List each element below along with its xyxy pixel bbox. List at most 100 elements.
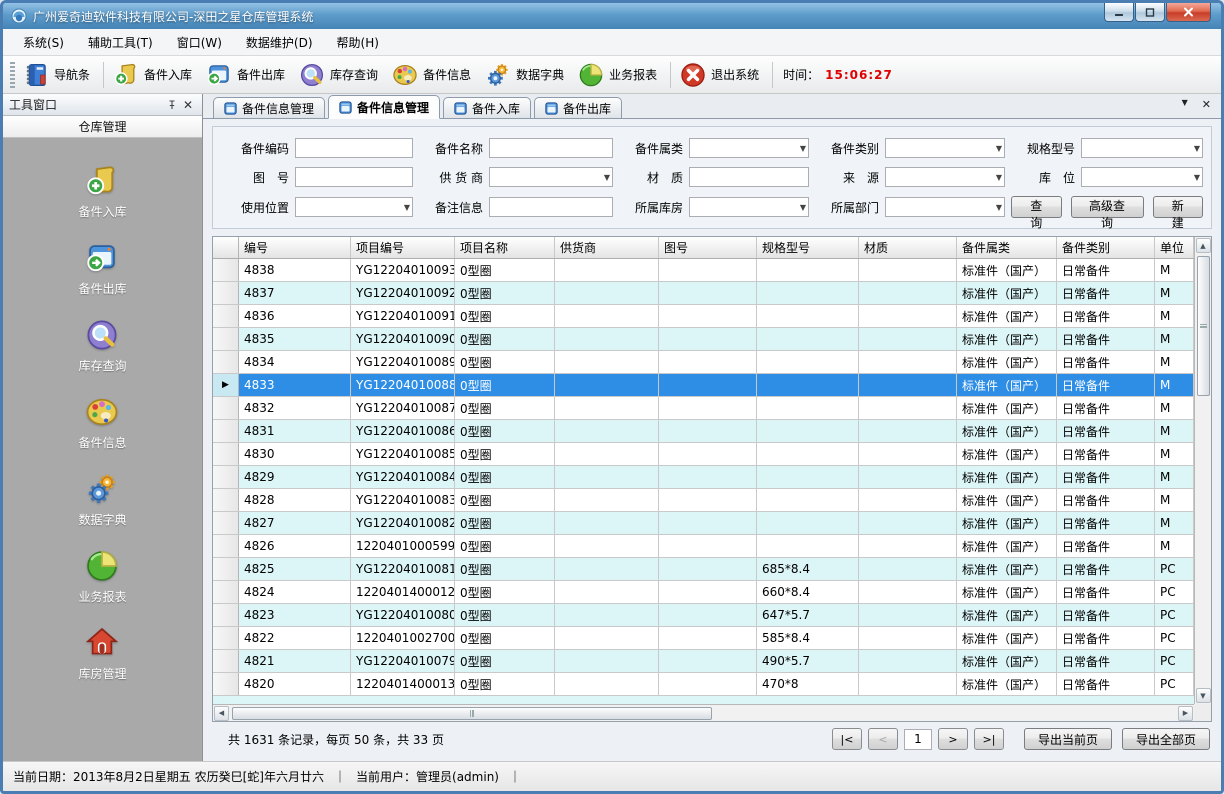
row-selector-cell[interactable] [213, 282, 239, 304]
toolbar-data-dictionary[interactable]: 数据字典 [480, 60, 573, 90]
tab-parts-info-mgmt-2[interactable]: 备件信息管理 [328, 95, 440, 119]
supplier-select[interactable]: ▼ [489, 167, 613, 187]
row-selector-cell[interactable] [213, 420, 239, 442]
department-select[interactable]: ▼ [885, 197, 1005, 217]
scroll-right-icon[interactable]: ▶ [1178, 706, 1193, 721]
toolbar-business-report[interactable]: 业务报表 [573, 60, 666, 90]
vertical-scrollbar[interactable]: ▲ ▼ [1194, 237, 1211, 704]
column-header-3[interactable]: 供货商 [555, 237, 659, 258]
horizontal-scroll-thumb[interactable] [232, 707, 712, 720]
toolbar-exit-system[interactable]: 退出系统 [675, 60, 768, 90]
drawing-no-input[interactable] [295, 167, 413, 187]
scroll-down-icon[interactable]: ▼ [1196, 688, 1211, 703]
next-page-button[interactable]: > [938, 728, 968, 750]
sidebar-item-warehouse-mgmt[interactable]: 库房管理 [78, 626, 126, 682]
table-row[interactable]: 4838YG122040100930型圈标准件（国产）日常备件M [213, 259, 1194, 282]
material-input[interactable] [689, 167, 809, 187]
table-row[interactable]: ▶4833YG122040100880型圈标准件（国产）日常备件M [213, 374, 1194, 397]
close-button[interactable] [1166, 3, 1211, 22]
row-selector-cell[interactable] [213, 397, 239, 419]
table-row[interactable]: 4836YG122040100910型圈标准件（国产）日常备件M [213, 305, 1194, 328]
warehouse-select[interactable]: ▼ [689, 197, 809, 217]
row-selector-cell[interactable] [213, 305, 239, 327]
tab-parts-info-mgmt-1[interactable]: 备件信息管理 [213, 97, 325, 118]
column-header-7[interactable]: 备件属类 [957, 237, 1057, 258]
minimize-button[interactable] [1104, 3, 1134, 22]
table-row[interactable]: 4837YG122040100920型圈标准件（国产）日常备件M [213, 282, 1194, 305]
sidebar-item-parts-outbound[interactable]: 备件出库 [78, 241, 126, 297]
menu-data-maintenance[interactable]: 数据维护(D) [234, 30, 325, 55]
source-select[interactable]: ▼ [885, 167, 1005, 187]
first-page-button[interactable]: |< [832, 728, 862, 750]
row-selector-cell[interactable] [213, 535, 239, 557]
row-selector-cell[interactable] [213, 673, 239, 695]
sidebar-close-icon[interactable]: ✕ [180, 97, 196, 113]
part-name-input[interactable] [489, 138, 613, 158]
scroll-left-icon[interactable]: ◀ [214, 706, 229, 721]
table-row[interactable]: 4829YG122040100840型圈标准件（国产）日常备件M [213, 466, 1194, 489]
toolbar-navigation-bar[interactable]: 导航条 [18, 60, 99, 90]
table-row[interactable]: 482412204014000120型圈660*8.4标准件（国产）日常备件PC [213, 581, 1194, 604]
tab-parts-inbound[interactable]: 备件入库 [443, 97, 531, 118]
sidebar-item-parts-inbound[interactable]: 备件入库 [78, 164, 126, 220]
table-row[interactable]: 4828YG122040100830型圈标准件（国产）日常备件M [213, 489, 1194, 512]
column-header-1[interactable]: 项目编号 [351, 237, 455, 258]
row-selector-cell[interactable] [213, 581, 239, 603]
column-header-5[interactable]: 规格型号 [757, 237, 859, 258]
sidebar-section-warehouse-mgmt[interactable]: 仓库管理 [3, 116, 202, 138]
horizontal-scrollbar[interactable]: ◀ ▶ [213, 704, 1194, 721]
current-row-arrow-icon[interactable]: ▶ [213, 374, 239, 396]
menu-help[interactable]: 帮助(H) [325, 30, 391, 55]
tab-parts-outbound[interactable]: 备件出库 [534, 97, 622, 118]
table-row[interactable]: 482212204010027000型圈585*8.4标准件（国产）日常备件PC [213, 627, 1194, 650]
row-selector-cell[interactable] [213, 604, 239, 626]
maximize-button[interactable] [1135, 3, 1165, 22]
menu-system[interactable]: 系统(S) [11, 30, 76, 55]
column-header-9[interactable]: 单位 [1155, 237, 1194, 258]
row-selector-cell[interactable] [213, 443, 239, 465]
row-selector-cell[interactable] [213, 489, 239, 511]
spec-model-select[interactable]: ▼ [1081, 138, 1203, 158]
toolbar-grip[interactable] [10, 62, 15, 88]
query-button[interactable]: 查询 [1011, 196, 1062, 218]
row-selector-cell[interactable] [213, 650, 239, 672]
row-selector-cell[interactable] [213, 627, 239, 649]
table-row[interactable]: 4827YG122040100820型圈标准件（国产）日常备件M [213, 512, 1194, 535]
row-selector-cell[interactable] [213, 512, 239, 534]
table-row[interactable]: 482612204010005990型圈标准件（国产）日常备件M [213, 535, 1194, 558]
table-row[interactable]: 4831YG122040100860型圈标准件（国产）日常备件M [213, 420, 1194, 443]
sidebar-item-data-dictionary[interactable]: 数据字典 [78, 472, 126, 528]
table-row[interactable]: 4821YG122040100790型圈490*5.7标准件（国产）日常备件PC [213, 650, 1194, 673]
column-header-8[interactable]: 备件类别 [1057, 237, 1155, 258]
column-header-0[interactable]: 编号 [239, 237, 351, 258]
usage-position-select[interactable]: ▼ [295, 197, 413, 217]
toolbar-parts-outbound[interactable]: 备件出库 [201, 60, 294, 90]
toolbar-inventory-search[interactable]: 库存查询 [294, 60, 387, 90]
scroll-up-icon[interactable]: ▲ [1196, 238, 1211, 253]
column-header-6[interactable]: 材质 [859, 237, 957, 258]
row-selector-cell[interactable] [213, 328, 239, 350]
new-button[interactable]: 新建 [1153, 196, 1204, 218]
vertical-scroll-thumb[interactable] [1197, 256, 1210, 396]
row-selector-cell[interactable] [213, 466, 239, 488]
remark-input[interactable] [489, 197, 613, 217]
row-selector-cell[interactable] [213, 351, 239, 373]
stock-location-select[interactable]: ▼ [1081, 167, 1203, 187]
toolbar-parts-info[interactable]: 备件信息 [387, 60, 480, 90]
part-class-select[interactable]: ▼ [689, 138, 809, 158]
part-code-input[interactable] [295, 138, 413, 158]
tab-close-icon[interactable]: ✕ [1202, 98, 1211, 111]
menu-aux-tools[interactable]: 辅助工具(T) [76, 30, 165, 55]
page-number-input[interactable] [904, 729, 932, 750]
menu-window[interactable]: 窗口(W) [165, 30, 234, 55]
table-row[interactable]: 4835YG122040100900型圈标准件（国产）日常备件M [213, 328, 1194, 351]
sidebar-item-parts-info[interactable]: 备件信息 [78, 395, 126, 451]
part-type-select[interactable]: ▼ [885, 138, 1005, 158]
table-row[interactable]: 4832YG122040100870型圈标准件（国产）日常备件M [213, 397, 1194, 420]
column-header-2[interactable]: 项目名称 [455, 237, 555, 258]
last-page-button[interactable]: >| [974, 728, 1004, 750]
column-header-4[interactable]: 图号 [659, 237, 757, 258]
table-row[interactable]: 4830YG122040100850型圈标准件（国产）日常备件M [213, 443, 1194, 466]
row-selector-cell[interactable] [213, 259, 239, 281]
sidebar-item-inventory-search[interactable]: 库存查询 [78, 318, 126, 374]
